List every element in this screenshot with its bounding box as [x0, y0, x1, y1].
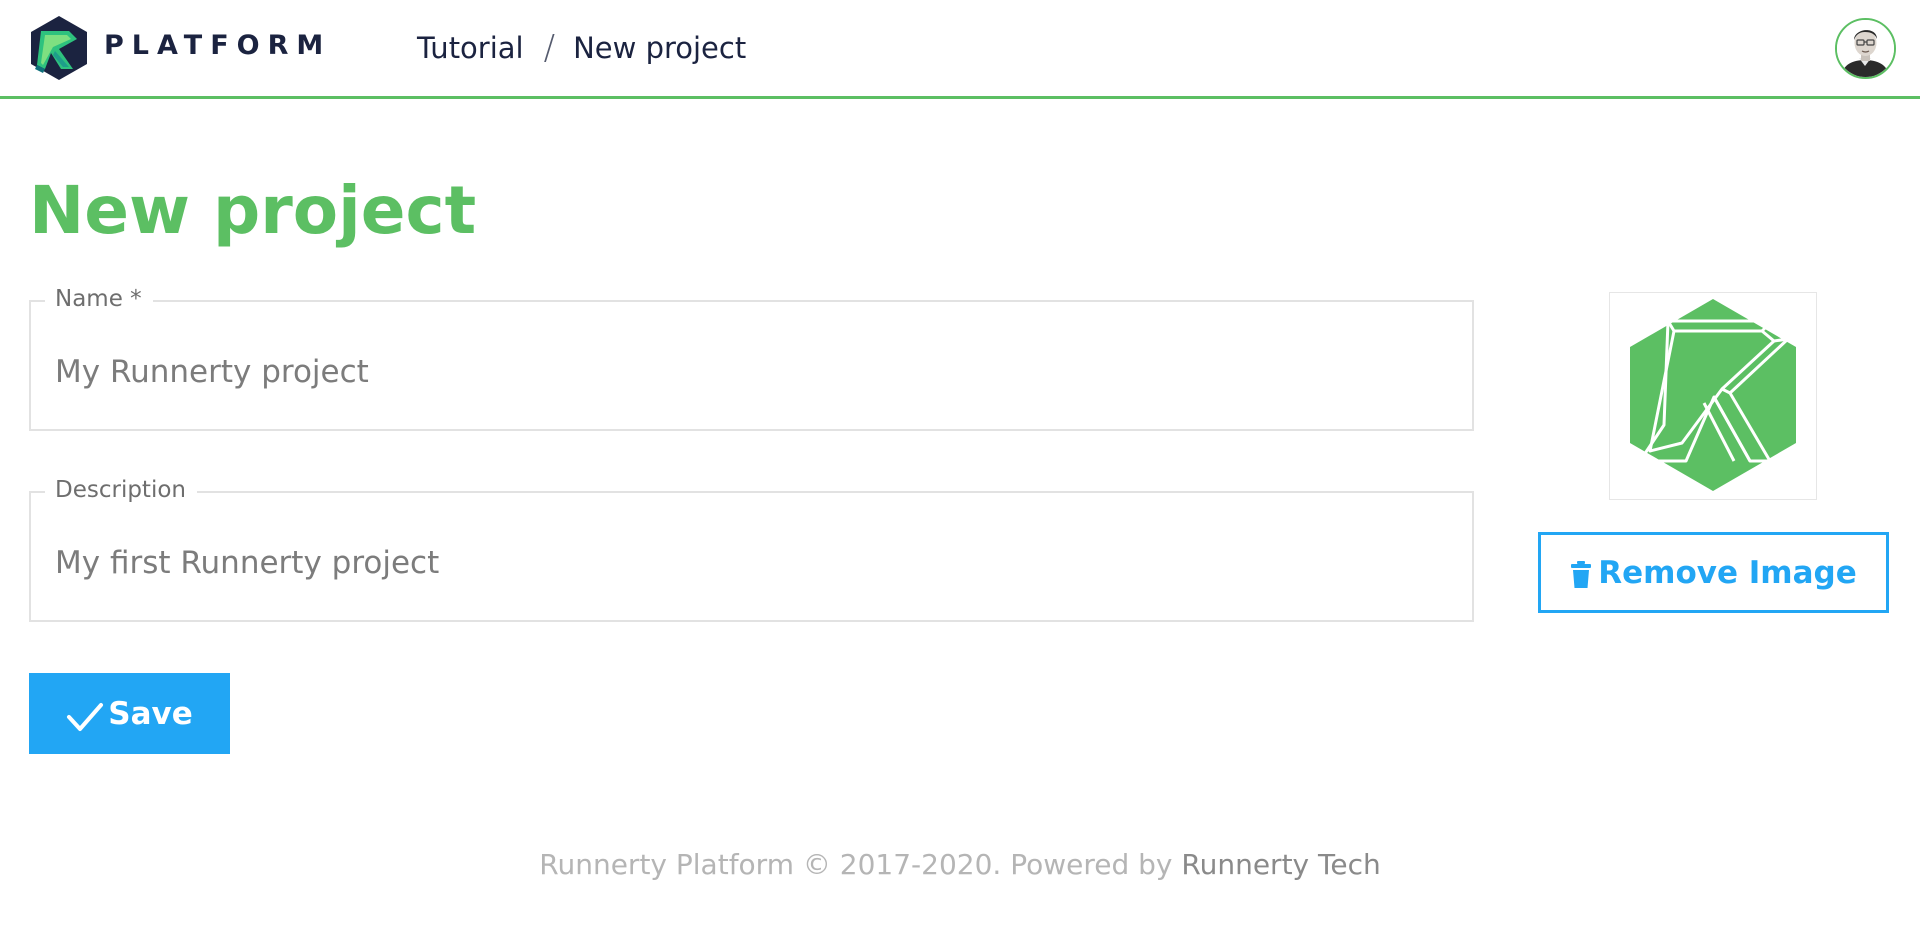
project-image[interactable] — [1609, 292, 1817, 500]
name-input[interactable] — [55, 350, 1435, 394]
save-button[interactable]: Save — [29, 673, 230, 754]
save-label: Save — [108, 695, 193, 732]
description-field-label: Description — [45, 475, 197, 505]
breadcrumb: Tutorial / New project — [417, 26, 746, 70]
breadcrumb-item-tutorial[interactable]: Tutorial — [417, 31, 524, 65]
name-field-label: Name * — [45, 284, 153, 314]
footer-link-runnerty-tech[interactable]: Runnerty Tech — [1181, 848, 1380, 881]
description-field: Description — [29, 475, 1474, 622]
page-title: New project — [29, 172, 477, 249]
trash-icon — [1571, 560, 1592, 588]
check-icon — [67, 702, 104, 731]
breadcrumb-item-current: New project — [573, 31, 747, 65]
top-header: PLATFORM Tutorial / New project — [0, 0, 1920, 99]
breadcrumb-separator: / — [543, 28, 556, 68]
footer: Runnerty Platform © 2017-2020. Powered b… — [0, 848, 1920, 881]
brand-name[interactable]: PLATFORM — [104, 30, 331, 61]
user-avatar-icon[interactable] — [1835, 18, 1896, 79]
description-input[interactable] — [55, 541, 1435, 585]
remove-image-button[interactable]: Remove Image — [1538, 532, 1889, 613]
footer-text: Runnerty Platform © 2017-2020. Powered b… — [539, 848, 1173, 881]
name-field: Name * — [29, 284, 1474, 431]
runnerty-logo-icon[interactable] — [29, 15, 89, 81]
remove-image-label: Remove Image — [1598, 554, 1857, 591]
